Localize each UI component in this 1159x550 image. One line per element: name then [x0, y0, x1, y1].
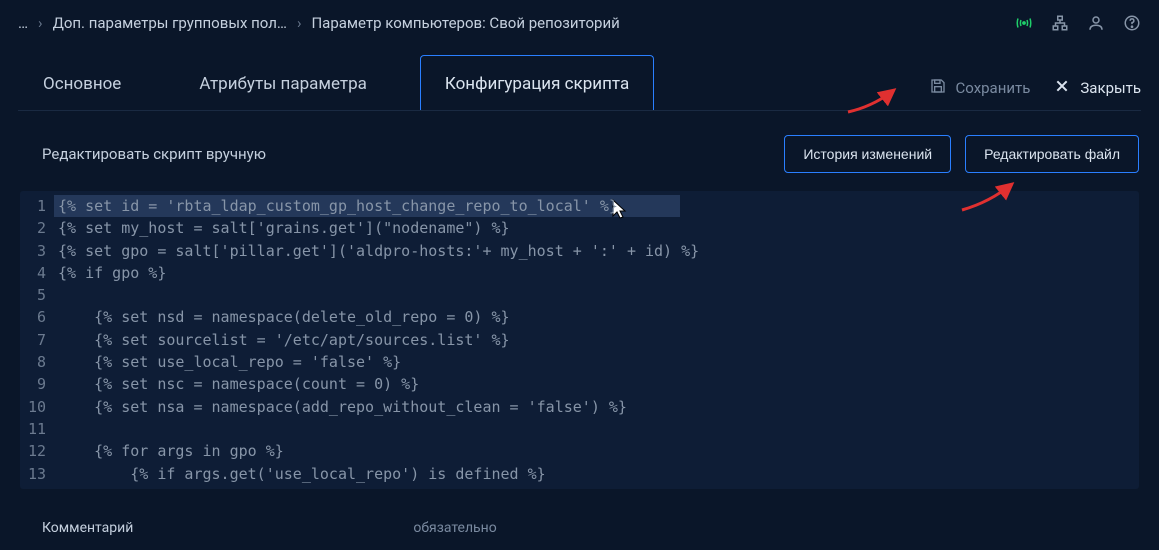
breadcrumb: … › Доп. параметры групповых пол… › Пара… [18, 14, 620, 32]
code-line[interactable]: {% if args.get('use_local_repo') is defi… [54, 463, 1139, 485]
help-icon[interactable] [1123, 14, 1141, 32]
tab-actions: Сохранить Закрыть [930, 78, 1141, 110]
tab-attributes[interactable]: Атрибуты параметра [174, 55, 392, 110]
code-line[interactable]: {% set id = 'rbta_ldap_custom_gp_host_ch… [54, 195, 1139, 217]
tabs-row: Основное Атрибуты параметра Конфигурация… [0, 46, 1159, 110]
required-label: обязательно [413, 520, 496, 536]
code-line[interactable]: {% set nsc = namespace(count = 0) %} [54, 373, 1139, 395]
footer: Комментарий обязательно [0, 506, 1159, 550]
history-button[interactable]: История изменений [784, 135, 951, 173]
breadcrumb-item-2[interactable]: Параметр компьютеров: Свой репозиторий [311, 14, 619, 32]
code-line[interactable]: {% for args in gpo %} [54, 440, 1139, 462]
subheader-buttons: История изменений Редактировать файл [784, 135, 1139, 173]
code-line[interactable]: {% set use_local_repo = 'false' %} [54, 351, 1139, 373]
breadcrumb-ellipsis[interactable]: … [18, 14, 28, 32]
chevron-right-icon: › [297, 14, 302, 32]
close-label: Закрыть [1080, 79, 1141, 97]
tab-script-config[interactable]: Конфигурация скрипта [420, 55, 654, 110]
code-line[interactable]: {% set gpo = salt['pillar.get']('aldpro-… [54, 240, 1139, 262]
chevron-right-icon: › [38, 14, 43, 32]
save-icon [930, 78, 946, 98]
tabs: Основное Атрибуты параметра Конфигурация… [18, 46, 654, 110]
code-line[interactable]: {% set my_host = salt['grains.get']("nod… [54, 217, 1139, 239]
sitemap-icon[interactable] [1051, 14, 1069, 32]
line-gutter: 12345678910111213 [20, 191, 54, 489]
close-icon [1054, 78, 1070, 98]
code-line[interactable]: {% set nsa = namespace(add_repo_without_… [54, 396, 1139, 418]
code-line[interactable] [54, 418, 1139, 440]
code-editor[interactable]: 12345678910111213 {% set id = 'rbta_ldap… [20, 191, 1139, 489]
close-button[interactable]: Закрыть [1054, 78, 1141, 98]
edit-file-button[interactable]: Редактировать файл [965, 135, 1139, 173]
code-line[interactable] [54, 284, 1139, 306]
save-label: Сохранить [956, 79, 1031, 97]
save-button[interactable]: Сохранить [930, 78, 1031, 98]
topbar: … › Доп. параметры групповых пол… › Пара… [0, 0, 1159, 46]
user-icon[interactable] [1087, 14, 1105, 32]
edit-script-title: Редактировать скрипт вручную [42, 145, 266, 163]
subheader: Редактировать скрипт вручную История изм… [0, 111, 1159, 191]
tab-main[interactable]: Основное [18, 55, 146, 110]
code-line[interactable]: {% set sourcelist = '/etc/apt/sources.li… [54, 329, 1139, 351]
breadcrumb-item-1[interactable]: Доп. параметры групповых пол… [53, 14, 287, 32]
comment-label: Комментарий [42, 520, 133, 536]
top-icons [1015, 14, 1141, 32]
code-line[interactable]: {% if gpo %} [54, 262, 1139, 284]
broadcast-icon[interactable] [1015, 14, 1033, 32]
code-line[interactable]: {% set nsd = namespace(delete_old_repo =… [54, 306, 1139, 328]
code-area[interactable]: {% set id = 'rbta_ldap_custom_gp_host_ch… [54, 191, 1139, 489]
